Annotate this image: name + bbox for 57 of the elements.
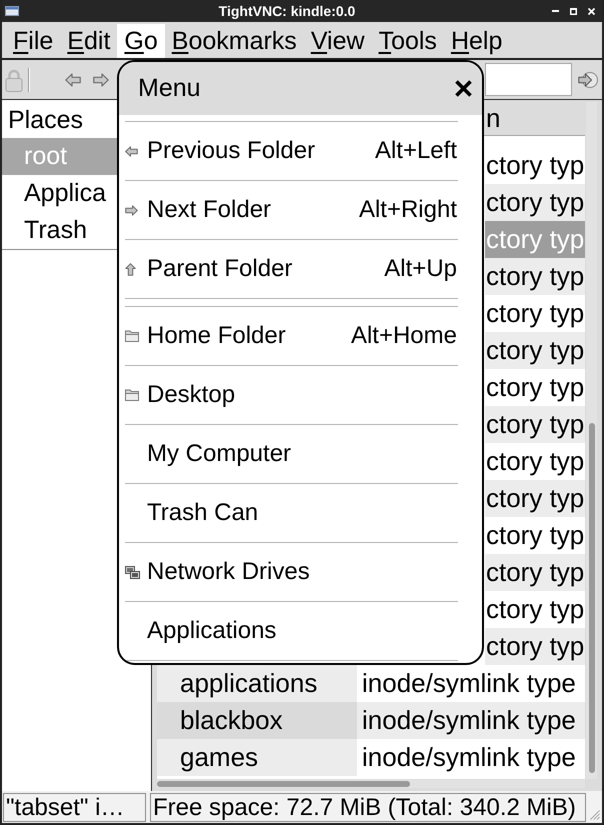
arrow-left-icon bbox=[125, 146, 138, 156]
menu-item[interactable]: My Computer bbox=[125, 425, 458, 484]
scrollbar[interactable] bbox=[157, 780, 585, 788]
menu-item[interactable]: Trash Can bbox=[125, 484, 458, 543]
folder-icon bbox=[125, 330, 139, 342]
shortcut-label: Alt+Home bbox=[350, 322, 457, 350]
status-text: "tabset" i… bbox=[3, 792, 146, 822]
arrow-circle-icon[interactable] bbox=[578, 70, 598, 90]
padlock-icon[interactable] bbox=[5, 68, 23, 92]
scrollbar-thumb[interactable] bbox=[588, 423, 594, 773]
status-text: Free space: 72.7 MiB (Total: 340.2 MiB) bbox=[150, 792, 586, 822]
table-cell: ctory typ bbox=[485, 406, 585, 443]
monitors-icon bbox=[125, 566, 140, 578]
table-cell: ctory typ bbox=[485, 184, 585, 221]
table-cell: blackbox bbox=[157, 702, 357, 739]
places-heading: Places bbox=[8, 105, 84, 136]
menu-bar-item[interactable]: File bbox=[6, 24, 60, 58]
arrow-right-icon[interactable] bbox=[93, 72, 109, 86]
table-cell: ctory typ bbox=[485, 221, 585, 258]
table-cell: ctory typ bbox=[485, 480, 585, 517]
table-cell: ctory typ bbox=[485, 258, 585, 295]
arrow-right-icon bbox=[125, 204, 138, 216]
menu-bar-item[interactable]: Edit bbox=[60, 24, 118, 58]
menu-item[interactable]: Network Drives bbox=[125, 543, 458, 602]
shortcut-label: Alt+Left bbox=[374, 137, 457, 165]
window-title: TightVNC: kindle:0.0 bbox=[218, 2, 356, 20]
menu-item[interactable]: Home Folder Alt+Home bbox=[125, 307, 458, 366]
menu-title: Menu bbox=[138, 74, 201, 103]
close-icon[interactable] bbox=[455, 80, 472, 97]
menu-bar-item[interactable]: Bookmarks bbox=[164, 24, 304, 58]
scrollbar[interactable] bbox=[586, 102, 597, 779]
table-cell: inode/symlink type bbox=[357, 702, 585, 739]
scrollbar-thumb[interactable] bbox=[157, 781, 410, 787]
table-cell: ctory typ bbox=[485, 332, 585, 369]
table-cell: ctory typ bbox=[485, 554, 585, 591]
resize-grip-icon[interactable] bbox=[590, 809, 600, 821]
arrow-left-icon[interactable] bbox=[65, 72, 81, 86]
menu-bar-item[interactable]: Help bbox=[444, 24, 510, 58]
table-cell: games bbox=[157, 739, 357, 776]
table-cell: ctory typ bbox=[485, 628, 585, 665]
shortcut-label: Alt+Right bbox=[358, 196, 457, 224]
shortcut-label: Alt+Up bbox=[384, 255, 457, 283]
folder-icon bbox=[125, 389, 139, 401]
menu-item[interactable]: Next Folder Alt+Right bbox=[125, 181, 458, 240]
column-header[interactable]: n bbox=[485, 102, 500, 135]
menu-bar-item[interactable]: View bbox=[304, 24, 372, 58]
menu-item[interactable]: Previous Folder Alt+Left bbox=[125, 122, 458, 181]
maximize-icon[interactable] bbox=[570, 8, 577, 14]
menu-bar-item[interactable]: Tools bbox=[372, 24, 444, 58]
address-field[interactable] bbox=[485, 63, 572, 96]
window-icon[interactable] bbox=[5, 6, 19, 16]
menu-item[interactable]: Applications bbox=[125, 602, 458, 661]
menu-item[interactable]: Parent Folder Alt+Up bbox=[125, 240, 458, 299]
menu-bar-item[interactable]: Go bbox=[117, 24, 165, 58]
arrow-up-icon bbox=[125, 262, 136, 276]
menu-item[interactable]: Desktop bbox=[125, 366, 458, 425]
table-cell: applications bbox=[157, 665, 357, 702]
